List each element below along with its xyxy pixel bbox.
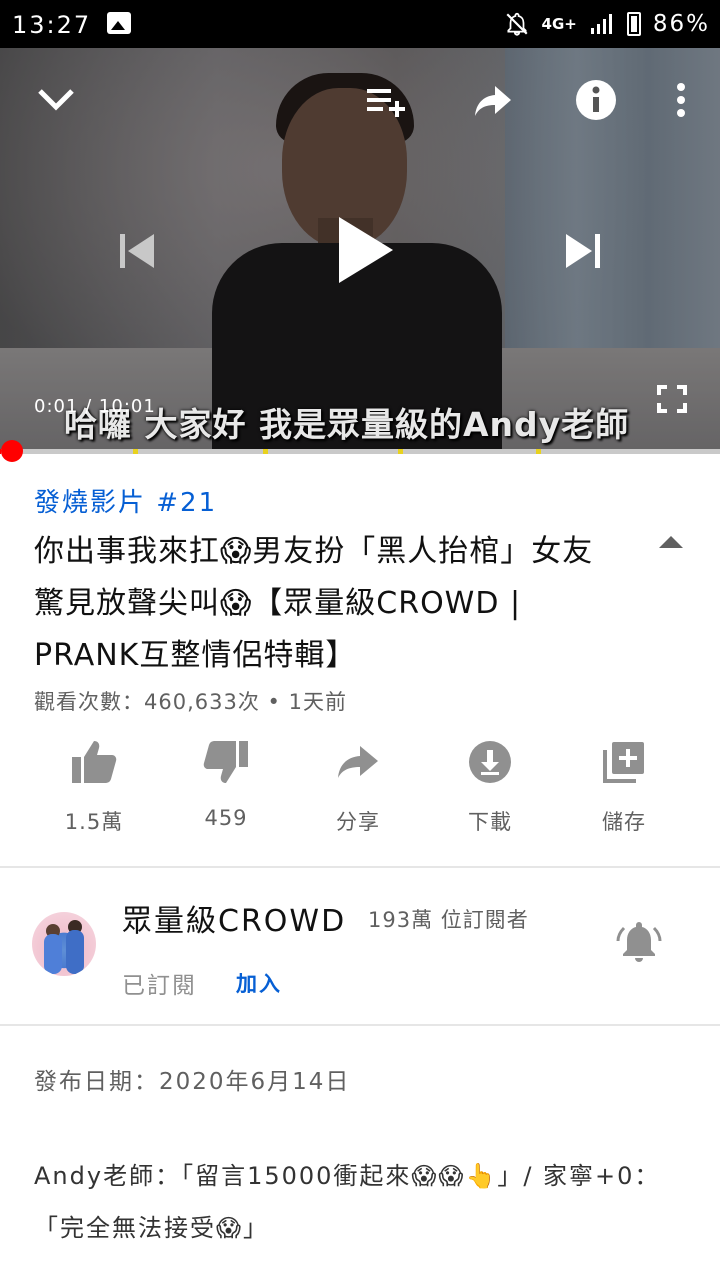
save-button[interactable]: 儲存	[558, 736, 690, 846]
ad-marker	[536, 449, 541, 454]
thumb-up-icon	[68, 736, 120, 788]
collapse-description-icon[interactable]	[656, 532, 688, 560]
divider	[0, 866, 720, 868]
dislike-count: 459	[204, 806, 248, 830]
alarm-off-icon	[506, 12, 528, 36]
more-vert-icon[interactable]	[668, 82, 694, 118]
add-to-queue-icon[interactable]	[364, 82, 410, 120]
save-label: 儲存	[602, 810, 646, 834]
download-icon	[464, 736, 516, 788]
share-icon[interactable]	[472, 82, 514, 120]
ad-marker	[133, 449, 138, 454]
progress-scrubber[interactable]	[1, 440, 23, 462]
status-bar: 13:27 4G+ 86%	[0, 0, 720, 48]
channel-avatar[interactable]	[32, 912, 96, 976]
battery-icon	[626, 12, 641, 36]
previous-icon[interactable]	[114, 230, 158, 272]
network-type: 4G+	[541, 15, 577, 33]
download-button[interactable]: 下載	[424, 736, 556, 846]
status-time: 13:27	[12, 11, 92, 39]
add-to-library-icon	[598, 736, 650, 788]
battery-percent: 86%	[652, 11, 710, 37]
share-label: 分享	[336, 810, 380, 834]
like-count: 1.5萬	[64, 810, 124, 834]
subscriber-count: 193萬 位訂閱者	[368, 908, 529, 932]
download-label: 下載	[468, 810, 512, 834]
share-button[interactable]: 分享	[292, 736, 424, 846]
video-player[interactable]: 哈囉 大家好 我是眾量級的Andy老師 0:01 / 10:01	[0, 48, 720, 452]
notification-bell-icon[interactable]	[616, 920, 664, 968]
share-icon	[332, 736, 384, 788]
video-title: 你出事我來扛😱男友扮「黑人抬棺」女友驚見放聲尖叫😱【眾量級CROWD | PRA…	[34, 534, 594, 673]
divider	[0, 1024, 720, 1026]
video-timecode: 0:01 / 10:01	[34, 396, 156, 417]
like-button[interactable]: 1.5萬	[28, 736, 160, 846]
dislike-button[interactable]: 459	[160, 736, 292, 846]
channel-name[interactable]: 眾量級CROWD	[122, 896, 346, 940]
play-icon[interactable]	[332, 210, 398, 290]
join-button[interactable]: 加入	[236, 968, 282, 998]
fullscreen-icon[interactable]	[654, 384, 690, 414]
signal-icon	[590, 14, 612, 34]
video-progress-bar[interactable]	[0, 449, 720, 454]
ad-marker	[398, 449, 403, 454]
thumb-down-icon	[200, 736, 252, 788]
minimize-chevron-icon[interactable]	[36, 84, 76, 114]
next-icon[interactable]	[562, 230, 606, 272]
ad-marker	[263, 449, 268, 454]
publish-date: 發布日期：2020年6月14日	[34, 1069, 351, 1095]
action-bar: 1.5萬 459 分享 下載 儲存	[0, 736, 720, 846]
description-text: Andy老師：「留言15000衝起來😱😱👆」/ 家寧+0：「完全無法接受😱」	[34, 1162, 661, 1242]
trending-hashtag[interactable]: 發燒影片 #21	[34, 482, 217, 519]
image-notification-icon	[107, 12, 131, 34]
view-count: 觀看次數：460,633次 • 1天前	[34, 690, 347, 714]
subscribed-button[interactable]: 已訂閱	[122, 966, 197, 1000]
info-icon[interactable]	[574, 78, 618, 122]
